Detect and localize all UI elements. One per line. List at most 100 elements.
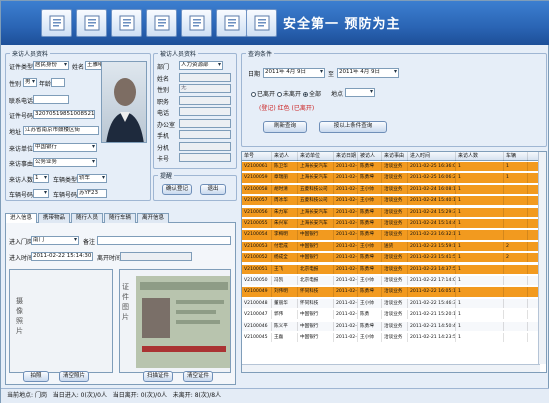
gender-select[interactable]: 男 bbox=[23, 78, 37, 87]
cell-3: 2011-02-23 bbox=[334, 230, 358, 240]
table-row[interactable]: V2100053付宏成中国银行2011-02-23王小帅送货2011-02-23… bbox=[242, 241, 540, 251]
cell-1: 章瑞丽 bbox=[272, 173, 298, 183]
table-row[interactable]: V2100058胡时清五菱科技公司2011-02-24王小帅洽谈业务2011-0… bbox=[242, 184, 540, 194]
table-row[interactable]: V2100050冯凯北京电报2011-02-22王小帅洽谈业务2011-02-2… bbox=[242, 276, 540, 286]
tab-4[interactable]: 离开信息 bbox=[137, 213, 169, 223]
plate-field[interactable]: 苏YF23 bbox=[77, 189, 107, 198]
cell-5: 洽谈业务 bbox=[382, 219, 408, 229]
date-to-field[interactable]: 2011年 4月 9日 bbox=[337, 68, 399, 78]
table-row[interactable]: V2100059章瑞丽上海长安汽车2011-02-25陈勇坤洽谈业务2011-0… bbox=[242, 173, 540, 183]
host-mobile-field bbox=[179, 130, 231, 139]
gate-select[interactable]: 南门 bbox=[31, 236, 79, 245]
table-row[interactable]: V2100056朱力军上海长安汽车2011-02-24陈勇坤洽谈业务2011-0… bbox=[242, 207, 540, 217]
status-not-left: 8(次)/8人 bbox=[194, 392, 222, 399]
print-button[interactable] bbox=[216, 9, 247, 37]
table-row[interactable]: V2100045王磊中国银行2011-02-21王小帅洽谈业务2011-02-2… bbox=[242, 333, 540, 343]
unit-select[interactable]: 中国银行 bbox=[33, 143, 97, 152]
entry-time-field[interactable]: 2011-02-22 15:14:30 bbox=[31, 252, 93, 261]
phone-field[interactable] bbox=[33, 95, 69, 104]
status-bar: 当前地点: 门岗 当日进入: 0(次)/0人 当日离开: 0(次)/0人 未离开… bbox=[1, 388, 549, 403]
refresh-query-button[interactable]: 刷新查询 bbox=[263, 121, 307, 133]
cell-8: 车辆 bbox=[504, 152, 528, 162]
cell-1: 李梅明 bbox=[272, 230, 298, 240]
table-row[interactable]: V2100052杨成全中国银行2011-02-23陈勇坤洽谈业务2011-02-… bbox=[242, 253, 540, 263]
exit-button[interactable]: 退出 bbox=[200, 184, 226, 195]
status-not-left-label: 未离开: bbox=[172, 392, 193, 399]
document-edit-button[interactable] bbox=[41, 9, 72, 37]
radio-icon bbox=[277, 92, 282, 97]
status-radio-2[interactable]: 全部 bbox=[303, 89, 321, 98]
exit-button[interactable] bbox=[246, 9, 277, 37]
scan-id-button[interactable]: 扫描证件 bbox=[143, 371, 173, 382]
person-card-button[interactable] bbox=[111, 9, 142, 37]
cell-5: 洽谈业务 bbox=[382, 264, 408, 274]
status-radio-0[interactable]: 已离开 bbox=[251, 89, 275, 98]
id-no-field[interactable]: 320705198510085215 bbox=[33, 110, 95, 119]
table-row[interactable]: V2100051王飞北京电报2011-02-23陈勇坤洽谈业务2011-02-2… bbox=[242, 264, 540, 274]
table-vertical-scrollbar[interactable] bbox=[538, 152, 546, 364]
cell-6: 2011-02-24 16:08:13 bbox=[408, 184, 456, 194]
host-dept-field[interactable]: 人力资源部 bbox=[179, 61, 223, 70]
condition-query-button[interactable]: 按以上条件查询 bbox=[319, 121, 387, 133]
clear-id-button[interactable]: 清空证件 bbox=[183, 371, 213, 382]
address-field[interactable]: 江苏省南京市鼓楼区街 bbox=[23, 126, 99, 135]
cell-4: 陈勇坤 bbox=[358, 207, 382, 217]
table-row[interactable]: V2100061陈卫华上海长安汽车2011-02-25陈勇坤洽谈业务2011-0… bbox=[242, 162, 540, 172]
query-panel-legend: 查询条件 bbox=[248, 51, 273, 58]
table-row[interactable]: V2100049刘伟明怀同科技2011-02-22陈勇坤洽谈业务2011-02-… bbox=[242, 287, 540, 297]
refresh-button[interactable] bbox=[181, 9, 212, 37]
table-row[interactable]: V2100048董丽华怀同科技2011-02-22王小帅洽谈业务2011-02-… bbox=[242, 298, 540, 308]
table-row[interactable]: V2100055朱兴军上海长安汽车2011-02-24陈勇坤洽谈业务2011-0… bbox=[242, 219, 540, 229]
plate-no-label: 车辆号码 bbox=[53, 192, 78, 199]
cell-7: 1 bbox=[456, 276, 504, 286]
status-radio-1[interactable]: 未离开 bbox=[277, 89, 301, 98]
cell-7: 1 bbox=[456, 219, 504, 229]
cell-2: 北京电报 bbox=[298, 264, 334, 274]
cell-4: 王小帅 bbox=[358, 184, 382, 194]
table-row[interactable]: V2100054李梅明中国银行2011-02-23陈勇坤洽谈业务2011-02-… bbox=[242, 230, 540, 240]
clear-photo-button[interactable]: 清空照片 bbox=[59, 371, 89, 382]
cell-2: 中国银行 bbox=[298, 333, 334, 343]
table-row[interactable]: V2100046陈义平中国银行2011-02-21陈勇坤洽谈业务2011-02-… bbox=[242, 321, 540, 331]
plate-prefix-select[interactable] bbox=[33, 189, 49, 198]
cell-2: 来访单位 bbox=[298, 152, 334, 162]
tab-0[interactable]: 进入信息 bbox=[5, 213, 37, 223]
take-photo-button[interactable]: 拍照 bbox=[23, 371, 49, 382]
cell-1: 王磊 bbox=[272, 333, 298, 343]
tab-3[interactable]: 随行车辆 bbox=[104, 213, 136, 223]
cell-3: 2011-02-24 bbox=[334, 219, 358, 229]
cell-5: 洽谈业务 bbox=[382, 298, 408, 308]
table-horizontal-scrollbar[interactable] bbox=[242, 364, 540, 372]
cell-4: 王小帅 bbox=[358, 241, 382, 251]
car-type-select[interactable]: 轿车 bbox=[77, 174, 107, 183]
cell-6: 2011-02-21 14:50:48 bbox=[408, 321, 456, 331]
cell-1: 杨成全 bbox=[272, 253, 298, 263]
cell-0: V2100048 bbox=[242, 298, 272, 308]
cell-5: 洽谈业务 bbox=[382, 184, 408, 194]
host-office-label: 办公室 bbox=[157, 121, 176, 129]
cell-2: 中国银行 bbox=[298, 321, 334, 331]
cell-3: 2011-02-25 bbox=[334, 162, 358, 172]
id-type-select[interactable]: 居民身份 bbox=[33, 61, 69, 70]
id-card-button[interactable] bbox=[76, 9, 107, 37]
cell-2: 中国银行 bbox=[298, 241, 334, 251]
cell-0: V2100056 bbox=[242, 207, 272, 217]
table-row[interactable]: V2100057周冰华五菱科技公司2011-02-24王小帅洽谈业务2011-0… bbox=[242, 196, 540, 206]
status-today-in-label: 当日进入: bbox=[52, 392, 79, 399]
visitor-panel-legend: 来访人员资料 bbox=[12, 51, 49, 58]
tab-1[interactable]: 携带物品 bbox=[38, 213, 70, 223]
reason-select[interactable]: 公务业务 bbox=[33, 158, 97, 167]
age-field[interactable] bbox=[51, 78, 65, 87]
form-edit-button[interactable] bbox=[146, 9, 177, 37]
date-from-field[interactable]: 2011年 4月 9日 bbox=[263, 68, 325, 78]
cell-8 bbox=[504, 276, 528, 286]
count-select[interactable]: 1 bbox=[33, 174, 49, 183]
location-select[interactable] bbox=[345, 88, 375, 97]
tab-2[interactable]: 随行人员 bbox=[71, 213, 103, 223]
host-card-label: 卡号 bbox=[157, 156, 170, 163]
table-row[interactable]: V2100047郭伟中国银行2011-02-21陈勇洽谈业务2011-02-21… bbox=[242, 310, 540, 320]
cell-7: 1 bbox=[456, 310, 504, 320]
remark-field[interactable] bbox=[97, 236, 231, 245]
cell-8 bbox=[504, 230, 528, 240]
confirm-button[interactable]: 确认登记 bbox=[162, 184, 192, 195]
